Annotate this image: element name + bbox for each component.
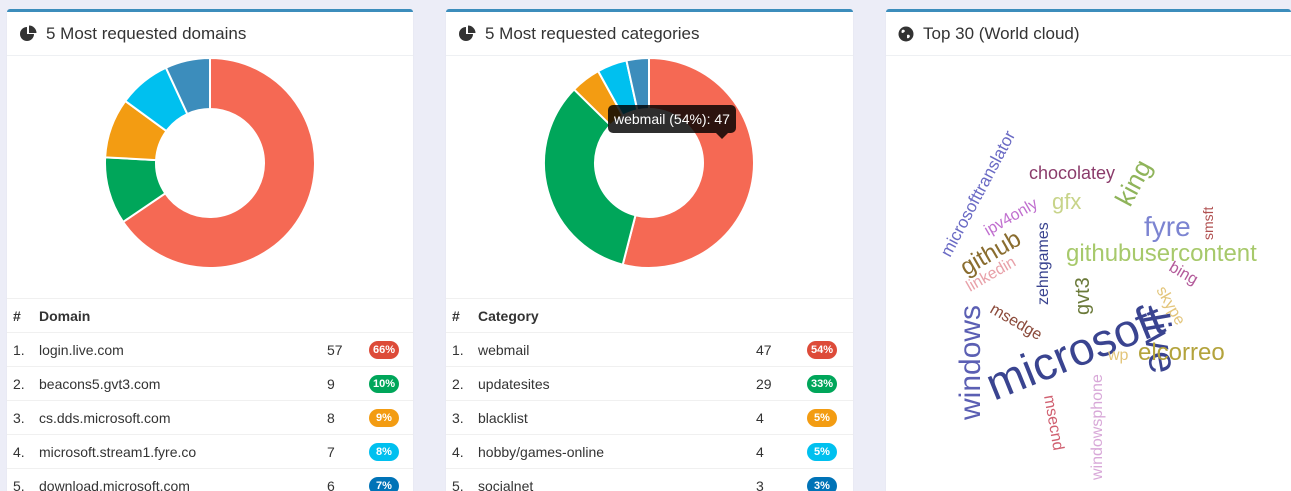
- cloud-word: chocolatey: [1029, 163, 1115, 183]
- table-header: # Category: [446, 298, 853, 332]
- row-domain: beacons5.gvt3.com: [39, 376, 413, 392]
- row-domain: cs.dds.microsoft.com: [39, 410, 413, 426]
- pct-badge: 3%: [807, 477, 837, 491]
- row-count: 3: [756, 478, 764, 491]
- cloud-word: msedge: [987, 301, 1045, 344]
- domains-panel-header: 5 Most requested domains: [7, 12, 413, 56]
- row-count: 57: [327, 342, 343, 358]
- word-cloud-panel-title: Top 30 (World cloud): [923, 24, 1080, 44]
- pct-badge: 9%: [369, 409, 399, 427]
- domains-donut-chart: [7, 58, 413, 298]
- pct-badge: 10%: [369, 375, 399, 393]
- domains-panel-title: 5 Most requested domains: [46, 24, 246, 44]
- domains-panel: 5 Most requested domains # Domain 1. log…: [7, 9, 413, 491]
- categories-table: # Category 1. webmail 47 54% 2. updatesi…: [446, 298, 853, 491]
- row-count: 29: [756, 376, 772, 392]
- pct-badge: 5%: [807, 443, 837, 461]
- table-row: 2. updatesites 29 33%: [446, 366, 853, 400]
- row-count: 9: [327, 376, 335, 392]
- pct-badge: 33%: [807, 375, 837, 393]
- row-num: 4.: [446, 444, 478, 460]
- cloud-word: smsft: [1200, 206, 1216, 240]
- cloud-word: gvt3: [1072, 277, 1094, 315]
- globe-icon: [898, 26, 914, 42]
- cloud-word: gfx: [1052, 189, 1081, 214]
- row-num: 2.: [446, 376, 478, 392]
- pie-chart-icon: [458, 25, 476, 43]
- categories-panel-header: 5 Most requested categories: [446, 12, 853, 56]
- row-num: 5.: [7, 478, 39, 491]
- cloud-word: zehngames: [1035, 222, 1052, 305]
- word-cloud: microsoft live windows githubusercontent…: [886, 58, 1291, 491]
- row-domain: login.live.com: [39, 342, 413, 358]
- pct-badge: 7%: [369, 477, 399, 491]
- cloud-word: msecnd: [1040, 394, 1066, 452]
- row-num: 3.: [7, 410, 39, 426]
- pie-chart-icon: [19, 25, 37, 43]
- col-num-header: #: [446, 308, 478, 324]
- table-row: 1. login.live.com 57 66%: [7, 332, 413, 366]
- domains-table: # Domain 1. login.live.com 57 66% 2. bea…: [7, 298, 413, 491]
- row-num: 5.: [446, 478, 478, 491]
- col-domain-header: Domain: [39, 308, 413, 324]
- table-row: 4. hobby/games-online 4 5%: [446, 434, 853, 468]
- row-count: 7: [327, 444, 335, 460]
- table-row: 4. microsoft.stream1.fyre.co 7 8%: [7, 434, 413, 468]
- col-num-header: #: [7, 308, 39, 324]
- table-row: 3. blacklist 4 5%: [446, 400, 853, 434]
- row-count: 8: [327, 410, 335, 426]
- cloud-word: elcorreo: [1138, 339, 1225, 366]
- row-category: socialnet: [478, 478, 853, 491]
- table-header: # Domain: [7, 298, 413, 332]
- row-count: 47: [756, 342, 772, 358]
- row-domain: download.microsoft.com: [39, 478, 413, 491]
- row-num: 1.: [446, 342, 478, 358]
- row-category: hobby/games-online: [478, 444, 853, 460]
- row-domain: microsoft.stream1.fyre.co: [39, 444, 413, 460]
- pct-badge: 66%: [369, 341, 399, 359]
- row-category: updatesites: [478, 376, 853, 392]
- chart-tooltip: webmail (54%): 47: [608, 105, 736, 133]
- categories-panel: 5 Most requested categories webmail (54%…: [446, 9, 853, 491]
- cloud-word: githubusercontent: [1066, 240, 1257, 267]
- cloud-word: windowsphone: [1089, 374, 1106, 481]
- row-count: 6: [327, 478, 335, 491]
- cloud-word: wp: [1107, 347, 1129, 364]
- cloud-word: king: [1109, 155, 1158, 211]
- row-category: blacklist: [478, 410, 853, 426]
- categories-donut-chart: [446, 58, 853, 298]
- row-num: 1.: [7, 342, 39, 358]
- col-category-header: Category: [478, 308, 853, 324]
- row-num: 2.: [7, 376, 39, 392]
- table-row: 2. beacons5.gvt3.com 9 10%: [7, 366, 413, 400]
- cloud-word: fyre: [1144, 211, 1191, 242]
- pct-badge: 8%: [369, 443, 399, 461]
- table-row: 3. cs.dds.microsoft.com 8 9%: [7, 400, 413, 434]
- cloud-word: windows: [954, 305, 987, 421]
- word-cloud-panel-header: Top 30 (World cloud): [886, 12, 1291, 56]
- table-row: 1. webmail 47 54%: [446, 332, 853, 366]
- row-count: 4: [756, 410, 764, 426]
- word-cloud-panel: Top 30 (World cloud) microsoft live wind…: [886, 9, 1291, 491]
- row-count: 4: [756, 444, 764, 460]
- row-num: 3.: [446, 410, 478, 426]
- categories-panel-title: 5 Most requested categories: [485, 24, 700, 44]
- row-num: 4.: [7, 444, 39, 460]
- pct-badge: 54%: [807, 341, 837, 359]
- pct-badge: 5%: [807, 409, 837, 427]
- row-category: webmail: [478, 342, 853, 358]
